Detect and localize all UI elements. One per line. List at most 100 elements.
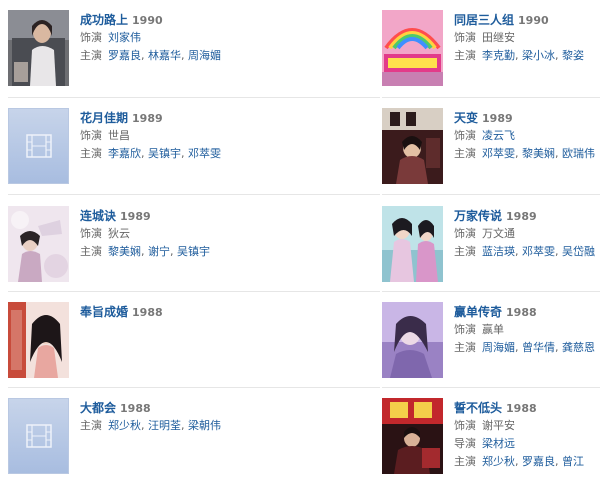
cast-member[interactable]: 周海媚 (188, 49, 221, 62)
role-name: 赢单 (482, 323, 504, 336)
role-label: 饰演 (454, 419, 476, 432)
cast-member[interactable]: 龚慈恩 (562, 341, 595, 354)
row-divider (8, 194, 380, 195)
cast-member[interactable]: 汪明荃 (148, 419, 181, 432)
cast-member[interactable]: 吴岱融 (562, 245, 595, 258)
drama-item: 连城诀 1989 饰演 狄云 主演 黎美娴, 谢宁, 吴镇宇 (8, 206, 238, 284)
drama-year: 1988 (120, 402, 151, 415)
drama-title[interactable]: 成功路上 (80, 13, 128, 27)
cast-line: 主演 黎美娴, 谢宁, 吴镇宇 (80, 245, 210, 258)
cast-member[interactable]: 林嘉华 (148, 49, 181, 62)
role-name[interactable]: 凌云飞 (482, 129, 515, 142)
cast-member[interactable]: 梁朝伟 (188, 419, 221, 432)
film-strip-icon[interactable] (8, 398, 69, 474)
cast-member[interactable]: 吴镇宇 (148, 147, 181, 160)
cast-line: 主演 邓萃雯, 黎美娴, 欧瑞伟 (454, 147, 595, 160)
cast-member[interactable]: 邓萃雯 (482, 147, 515, 160)
row-divider (382, 387, 600, 388)
cast-member[interactable]: 邓萃雯 (188, 147, 221, 160)
cast-member[interactable]: 黎姿 (562, 49, 584, 62)
role-label: 饰演 (80, 31, 102, 44)
drama-title[interactable]: 连城诀 (80, 209, 116, 223)
cast-member[interactable]: 欧瑞伟 (562, 147, 595, 160)
role-name[interactable]: 刘家伟 (108, 31, 141, 44)
drama-item: 天变 1989 饰演 凌云飞 主演 邓萃雯, 黎美娴, 欧瑞伟 (382, 108, 600, 186)
poster-image[interactable] (382, 398, 443, 474)
role-name: 谢平安 (482, 419, 515, 432)
drama-title[interactable]: 誓不低头 (454, 401, 502, 415)
role-line: 饰演 凌云飞 (454, 127, 600, 145)
drama-poster[interactable] (382, 206, 443, 282)
drama-title[interactable]: 万家传说 (454, 209, 502, 223)
row-divider (8, 97, 380, 98)
drama-poster[interactable] (8, 206, 69, 282)
drama-poster[interactable] (8, 108, 69, 184)
row-divider (382, 97, 600, 98)
row-divider (382, 194, 600, 195)
cast-member[interactable]: 曾华倩 (522, 341, 555, 354)
cast-member[interactable]: 黎美娴 (108, 245, 141, 258)
poster-image[interactable] (382, 10, 443, 86)
poster-image[interactable] (8, 302, 69, 378)
cast-label: 主演 (454, 245, 476, 258)
cast-label: 主演 (454, 455, 476, 468)
drama-poster[interactable] (382, 108, 443, 184)
drama-title[interactable]: 同居三人组 (454, 13, 514, 27)
poster-image[interactable] (382, 206, 443, 282)
role-label: 饰演 (80, 129, 102, 142)
drama-title[interactable]: 奉旨成婚 (80, 305, 128, 319)
drama-title[interactable]: 赢单传奇 (454, 305, 502, 319)
role-line: 饰演 狄云 (80, 225, 240, 243)
cast-member[interactable]: 梁小冰 (522, 49, 555, 62)
role-name: 田继安 (482, 31, 515, 44)
role-label: 饰演 (454, 323, 476, 336)
drama-title[interactable]: 天变 (454, 111, 478, 125)
role-label: 饰演 (454, 227, 476, 240)
poster-image[interactable] (8, 206, 69, 282)
cast-member[interactable]: 曾江 (562, 455, 584, 468)
drama-year: 1989 (120, 210, 151, 223)
drama-year: 1989 (506, 210, 537, 223)
role-name: 万文通 (482, 227, 515, 240)
role-label: 饰演 (454, 129, 476, 142)
poster-image[interactable] (382, 108, 443, 184)
drama-item: 成功路上 1990 饰演 刘家伟 主演 罗嘉良, 林嘉华, 周海媚 (8, 10, 238, 88)
cast-member[interactable]: 李嘉欣 (108, 147, 141, 160)
director-name[interactable]: 梁材远 (482, 437, 515, 450)
drama-poster[interactable] (8, 10, 69, 86)
cast-member[interactable]: 罗嘉良 (522, 455, 555, 468)
cast-member[interactable]: 罗嘉良 (108, 49, 141, 62)
drama-poster[interactable] (382, 10, 443, 86)
drama-item: 万家传说 1989 饰演 万文通 主演 蓝洁瑛, 邓萃雯, 吴岱融 (382, 206, 600, 284)
drama-year: 1990 (132, 14, 163, 27)
director-label: 导演 (454, 437, 476, 450)
cast-line: 主演 李嘉欣, 吴镇宇, 邓萃雯 (80, 147, 221, 160)
cast-line: 主演 周海媚, 曾华倩, 龚慈恩 (454, 341, 595, 354)
row-divider (8, 387, 380, 388)
cast-member[interactable]: 郑少秋 (482, 455, 515, 468)
cast-member[interactable]: 李克勤 (482, 49, 515, 62)
cast-member[interactable]: 周海媚 (482, 341, 515, 354)
drama-year: 1988 (506, 402, 537, 415)
cast-member[interactable]: 黎美娴 (522, 147, 555, 160)
cast-member[interactable]: 邓萃雯 (522, 245, 555, 258)
cast-label: 主演 (80, 245, 102, 258)
cast-member[interactable]: 吴镇宇 (177, 245, 210, 258)
director-line: 导演 梁材远 (454, 435, 600, 453)
role-line: 饰演 谢平安 (454, 417, 600, 435)
role-line: 饰演 刘家伟 (80, 29, 240, 47)
poster-image[interactable] (382, 302, 443, 378)
cast-member[interactable]: 蓝洁瑛 (482, 245, 515, 258)
drama-title[interactable]: 大都会 (80, 401, 116, 415)
drama-poster[interactable] (382, 398, 443, 474)
cast-member[interactable]: 郑少秋 (108, 419, 141, 432)
cast-member[interactable]: 谢宁 (148, 245, 170, 258)
drama-year: 1989 (482, 112, 513, 125)
drama-poster[interactable] (382, 302, 443, 378)
drama-poster[interactable] (8, 398, 69, 474)
poster-image[interactable] (8, 10, 69, 86)
role-line: 饰演 世昌 (80, 127, 240, 145)
drama-poster[interactable] (8, 302, 69, 378)
film-strip-icon[interactable] (8, 108, 69, 184)
drama-title[interactable]: 花月佳期 (80, 111, 128, 125)
